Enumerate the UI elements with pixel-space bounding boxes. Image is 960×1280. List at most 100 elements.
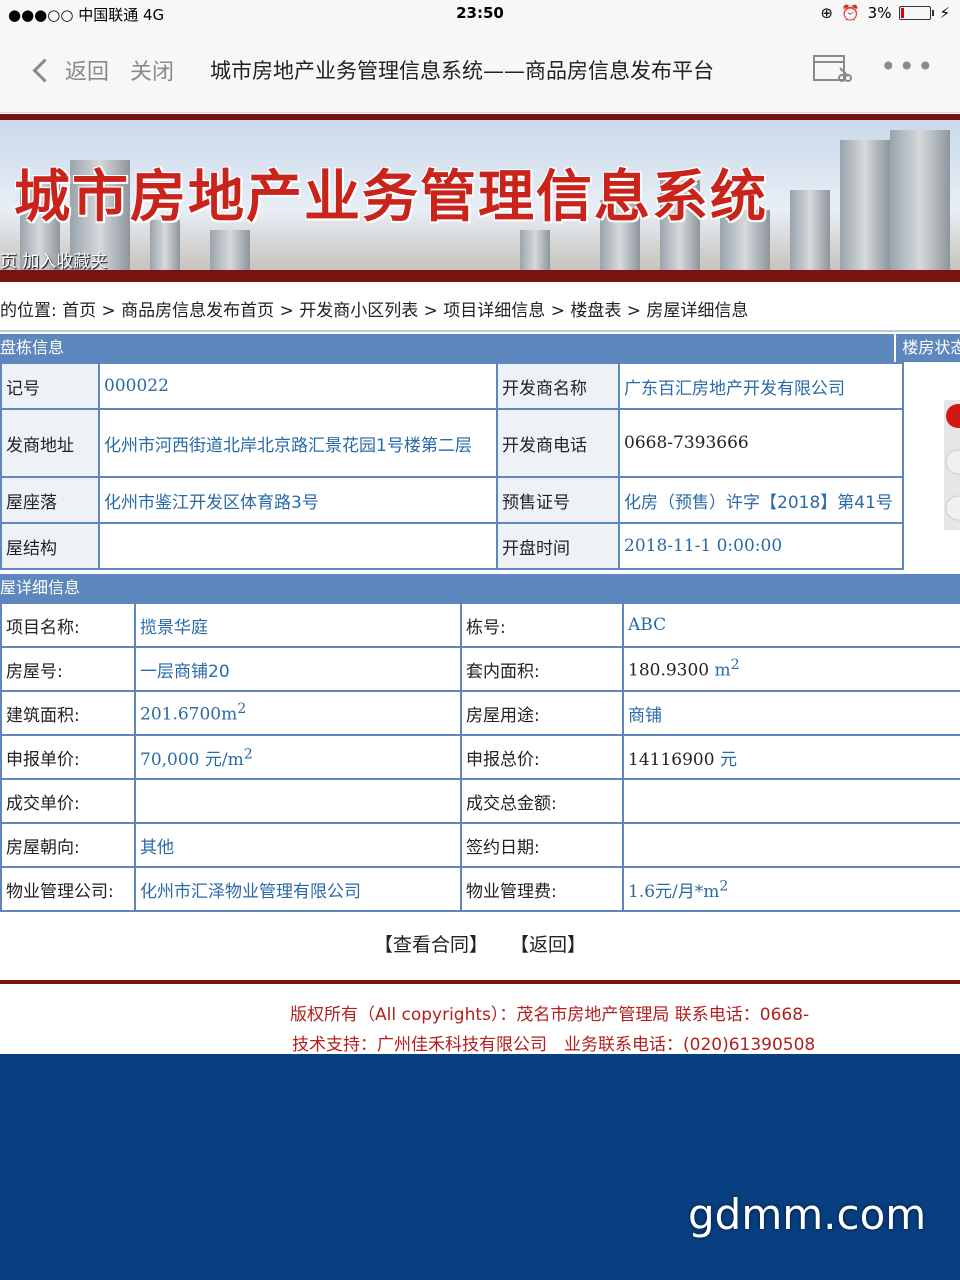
table-row: 记号 000022 开发商名称 广东百汇房地产开发有限公司 (0, 362, 904, 410)
value-cell: 1.6元/月*m2 (622, 866, 960, 912)
label-cell: 房屋号: (0, 646, 136, 692)
label-cell: 预售证号 (496, 476, 620, 524)
value-cell: 化州市汇泽物业管理有限公司 (134, 866, 462, 912)
label-cell: 套内面积: (460, 646, 624, 692)
label-cell: 签约日期: (460, 822, 624, 868)
value-number: 201.6700m (140, 704, 238, 725)
building-status-header: 楼房状态 (896, 334, 960, 362)
label-cell: 屋结构 (0, 522, 100, 570)
screenshot-tool-icon[interactable] (812, 54, 852, 84)
building-info-table: 记号 000022 开发商名称 广东百汇房地产开发有限公司 发商地址 化州市河西… (0, 362, 904, 570)
table-row: 房屋号: 一层商铺20 套内面积: 180.9300 m2 (0, 646, 960, 692)
superscript: 2 (730, 657, 740, 674)
label-cell: 申报单价: (0, 734, 136, 780)
label-cell: 栋号: (460, 602, 624, 648)
table-row: 屋座落 化州市鉴江开发区体育路3号 预售证号 化房（预售）许字【2018】第41… (0, 476, 904, 524)
label-cell: 开盘时间 (496, 522, 620, 570)
nav-bar: 返回 关闭 城市房地产业务管理信息系统——商品房信息发布平台 ••• (0, 26, 960, 113)
superscript: 2 (719, 877, 729, 894)
house-detail-section: 屋详细信息 项目名称: 揽景华庭 栋号: ABC 房屋号: 一层商铺20 套内面… (0, 574, 960, 912)
value-cell: 000022 (98, 362, 498, 410)
copyright-text: 版权所有（All copyrights）：茂名市房地产管理局 联系电话：0668… (290, 1005, 810, 1025)
value-cell: 2018-11-1 0:00:00 (618, 522, 904, 570)
label-cell: 开发商电话 (496, 408, 620, 478)
footer: 版权所有（All copyrights）：茂名市房地产管理局 联系电话：0668… (0, 980, 960, 1058)
value-cell (622, 778, 960, 824)
value-cell: 一层商铺20 (134, 646, 462, 692)
banner-title: 城市房地产业务管理信息系统 (14, 164, 768, 230)
unit: m (714, 660, 731, 681)
return-button[interactable]: 【返回】 (510, 934, 586, 956)
label-cell: 记号 (0, 362, 100, 410)
charging-icon: ⚡ (939, 4, 950, 22)
superscript: 2 (243, 745, 253, 762)
support-text: 技术支持：广州佳禾科技有限公司 业务联系电话：(020)61390508 (292, 1035, 816, 1055)
superscript: 2 (237, 701, 247, 718)
alarm-icon: ⏰ (840, 4, 860, 22)
value-cell: 揽景华庭 (134, 602, 462, 648)
label-cell: 项目名称: (0, 602, 136, 648)
table-row: 发商地址 化州市河西街道北岸北京路汇景花园1号楼第二层 开发商电话 0668-7… (0, 408, 904, 478)
action-buttons: 【查看合同】 【返回】 (0, 930, 960, 957)
value-cell: 化州市鉴江开发区体育路3号 (98, 476, 498, 524)
breadcrumb-text[interactable]: 的位置: 首页 > 商品房信息发布首页 > 开发商小区列表 > 项目详细信息 >… (0, 296, 748, 321)
value-cell: 180.9300 m2 (622, 646, 960, 692)
value-cell: 201.6700m2 (134, 690, 462, 736)
label-cell: 开发商名称 (496, 362, 620, 410)
label-cell: 房屋用途: (460, 690, 624, 736)
status-right: ⊕ ⏰ 3% ⚡ (820, 4, 950, 22)
lock-rotation-icon: ⊕ (820, 4, 833, 22)
unit: 元 (719, 749, 737, 770)
value-number: 14116900 (628, 749, 715, 770)
value-cell: 化州市河西街道北岸北京路汇景花园1号楼第二层 (98, 408, 498, 478)
table-row: 屋结构 开盘时间 2018-11-1 0:00:00 (0, 522, 904, 570)
value-cell: 70,000 元/m2 (134, 734, 462, 780)
table-row: 建筑面积: 201.6700m2 房屋用途: 商铺 (0, 690, 960, 736)
battery-percent: 3% (867, 4, 892, 22)
house-detail-table: 项目名称: 揽景华庭 栋号: ABC 房屋号: 一层商铺20 套内面积: 180… (0, 602, 960, 912)
clock: 23:50 (456, 4, 504, 22)
back-button[interactable]: 返回 (32, 54, 110, 86)
label-cell: 物业管理费: (460, 866, 624, 912)
value-cell (98, 522, 498, 570)
label-cell: 成交单价: (0, 778, 136, 824)
value-cell: 广东百汇房地产开发有限公司 (618, 362, 904, 410)
table-row: 成交单价: 成交总金额: (0, 778, 960, 824)
table-row: 房屋朝向: 其他 签约日期: (0, 822, 960, 868)
value-cell: 14116900 元 (622, 734, 960, 780)
close-button[interactable]: 关闭 (130, 54, 174, 86)
value-cell: 商铺 (622, 690, 960, 736)
banner-bottom-bar (0, 270, 960, 282)
building-info-section: 盘栋信息 楼房状态 记号 000022 开发商名称 广东百汇房地产开发有限公司 … (0, 334, 960, 570)
battery-icon (899, 6, 935, 20)
site-banner: 城市房地产业务管理信息系统 页 加入收藏夹 (0, 114, 960, 282)
label-cell: 房屋朝向: (0, 822, 136, 868)
table-row: 申报单价: 70,000 元/m2 申报总价: 14116900 元 (0, 734, 960, 780)
value-cell (134, 778, 462, 824)
value-cell: 化房（预售）许字【2018】第41号 (618, 476, 904, 524)
building-info-header: 盘栋信息 (0, 334, 895, 362)
back-label: 返回 (65, 60, 110, 85)
chevron-left-icon (32, 57, 57, 83)
table-row: 物业管理公司: 化州市汇泽物业管理有限公司 物业管理费: 1.6元/月*m2 (0, 866, 960, 912)
breadcrumb: 的位置: 首页 > 商品房信息发布首页 > 开发商小区列表 > 项目详细信息 >… (0, 284, 960, 332)
value-cell: 其他 (134, 822, 462, 868)
value-number: 1.6元/月*m (628, 881, 720, 902)
label-cell: 申报总价: (460, 734, 624, 780)
value-cell (622, 822, 960, 868)
house-detail-header: 屋详细信息 (0, 574, 960, 602)
label-cell: 成交总金额: (460, 778, 624, 824)
label-cell: 建筑面积: (0, 690, 136, 736)
view-contract-button[interactable]: 【查看合同】 (374, 934, 488, 956)
more-menu-icon[interactable]: ••• (880, 50, 936, 83)
label-cell: 屋座落 (0, 476, 100, 524)
value-number: 70,000 元/m (140, 749, 244, 770)
status-bar: ●●●○○ 中国联通 4G 23:50 ⊕ ⏰ 3% ⚡ (0, 0, 960, 26)
table-row: 项目名称: 揽景华庭 栋号: ABC (0, 602, 960, 648)
banner-links[interactable]: 页 加入收藏夹 (0, 247, 107, 272)
watermark: gdmm.com (688, 1190, 927, 1239)
value-number: 180.9300 (628, 660, 710, 681)
value-cell: 0668-7393666 (618, 408, 904, 478)
label-cell: 物业管理公司: (0, 866, 136, 912)
page-title: 城市房地产业务管理信息系统——商品房信息发布平台 (210, 59, 714, 83)
